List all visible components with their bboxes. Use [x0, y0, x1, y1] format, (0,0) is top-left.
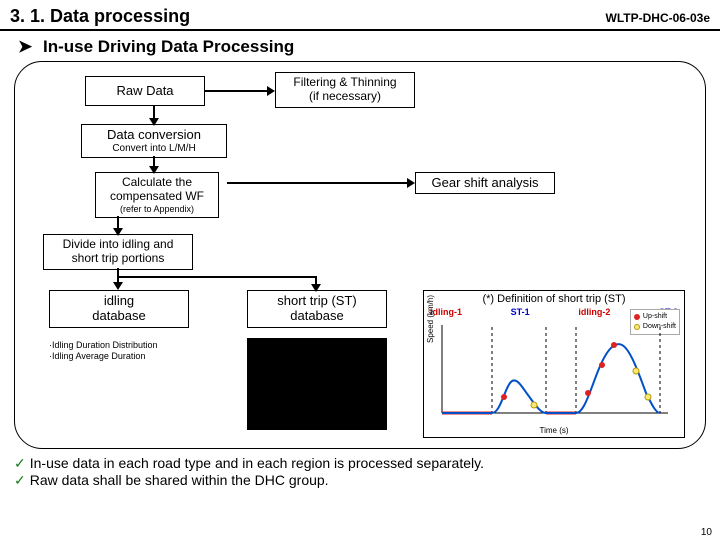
- st-db-line1: short trip (ST): [252, 294, 382, 309]
- def-label-idling-2: idling-2: [578, 307, 610, 317]
- section-heading: ➤ In-use Driving Data Processing: [0, 31, 720, 61]
- chart-ylabel: Speed (km/h): [426, 295, 435, 343]
- box-divide: Divide into idling and short trip portio…: [43, 234, 193, 270]
- idling-note-2: ·Idling Average Duration: [49, 351, 158, 362]
- arrow-conv-to-gear: [227, 182, 409, 184]
- calc-line2: compensated WF: [100, 190, 214, 204]
- arrow-head-icon: [149, 118, 159, 126]
- arrow-head-icon: [407, 178, 415, 188]
- arrow-raw-to-filter: [205, 90, 269, 92]
- arrow-divide-to-st-h: [119, 276, 315, 278]
- chart-xlabel: Time (s): [424, 426, 684, 435]
- flow-frame: Raw Data Filtering & Thinning (if necess…: [14, 61, 706, 449]
- calc-subtitle: (refer to Appendix): [100, 204, 214, 214]
- arrow-head-icon: [149, 166, 159, 174]
- speed-chart: [438, 321, 672, 421]
- bullet-2-text: Raw data shall be shared within the DHC …: [30, 472, 329, 488]
- arrow-icon: ➤: [18, 37, 32, 56]
- short-trip-definition: (*) Definition of short trip (ST) idling…: [423, 290, 685, 438]
- box-data-conversion: Data conversion Convert into L/M/H: [81, 124, 227, 158]
- idling-db-line1: idling: [54, 294, 184, 309]
- divide-line1: Divide into idling and: [48, 238, 188, 252]
- arrow-head-icon: [113, 228, 123, 236]
- upshift-dot-icon: [634, 314, 640, 320]
- filtering-line2: (if necessary): [280, 90, 410, 104]
- filtering-line1: Filtering & Thinning: [280, 76, 410, 90]
- page-title: 3. 1. Data processing: [10, 6, 190, 27]
- idling-notes: ·Idling Duration Distribution ·Idling Av…: [49, 340, 158, 363]
- bullet-1: ✓In-use data in each road type and in ea…: [14, 455, 706, 472]
- conversion-subtitle: Convert into L/M/H: [86, 143, 222, 155]
- box-st-db: short trip (ST) database: [247, 290, 387, 328]
- bullet-2: ✓Raw data shall be shared within the DHC…: [14, 472, 706, 489]
- bullet-list: ✓In-use data in each road type and in ea…: [0, 449, 720, 489]
- idling-db-line2: database: [54, 309, 184, 324]
- idling-note-1: ·Idling Duration Distribution: [49, 340, 158, 351]
- arrow-head-icon: [311, 284, 321, 292]
- conversion-title: Data conversion: [86, 128, 222, 143]
- st-db-line2: database: [252, 309, 382, 324]
- calc-line1: Calculate the: [100, 176, 214, 190]
- def-title: (*) Definition of short trip (ST): [428, 293, 680, 305]
- box-raw-data: Raw Data: [85, 76, 205, 106]
- check-icon: ✓: [14, 472, 26, 488]
- arrow-head-icon: [267, 86, 275, 96]
- page-number: 10: [701, 527, 712, 538]
- section-heading-text: In-use Driving Data Processing: [43, 37, 294, 56]
- box-calc-wf: Calculate the compensated WF (refer to A…: [95, 172, 219, 218]
- check-icon: ✓: [14, 455, 26, 471]
- header: 3. 1. Data processing WLTP-DHC-06-03e: [0, 0, 720, 31]
- bullet-1-text: In-use data in each road type and in eac…: [30, 455, 484, 471]
- box-filtering: Filtering & Thinning (if necessary): [275, 72, 415, 108]
- arrow-head-icon: [113, 282, 123, 290]
- divide-line2: short trip portions: [48, 252, 188, 266]
- def-label-st-1: ST-1: [511, 307, 530, 317]
- doc-code: WLTP-DHC-06-03e: [606, 11, 710, 25]
- box-gear-shift: Gear shift analysis: [415, 172, 555, 194]
- st-image-placeholder: [247, 338, 387, 430]
- box-idling-db: idling database: [49, 290, 189, 328]
